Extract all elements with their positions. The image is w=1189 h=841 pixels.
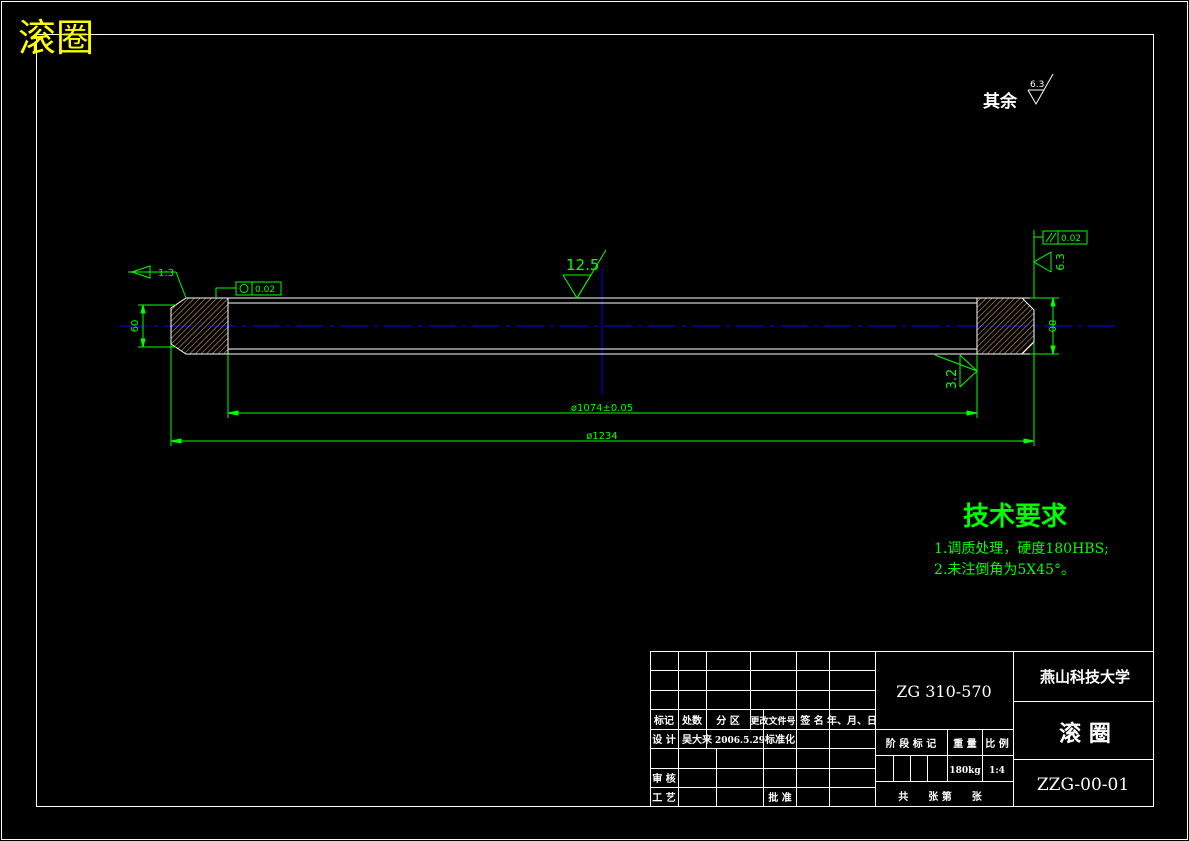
tol-parallel-value: 0.02: [1061, 234, 1081, 244]
designer-name: 吴大来: [682, 733, 713, 746]
material-text: ZG 310-570: [896, 682, 991, 701]
tech-requirement-item: 1.调质处理，硬度180HBS;: [934, 541, 1109, 557]
approve-label: 批 准: [768, 791, 791, 804]
header-date: 年、月、日: [827, 714, 877, 727]
tol-round-value: 0.02: [255, 285, 275, 295]
part-name-text: 滚 圈: [1059, 721, 1111, 747]
roughness-lower: 3.2: [945, 369, 960, 390]
right-section: [976, 297, 1035, 355]
scale-label: 比 例: [985, 737, 1008, 750]
dim-outer-dia: ø1234: [586, 431, 618, 442]
outer-frame: [1, 1, 1188, 840]
sheet-label: 共 张 第 张: [898, 790, 982, 803]
tech-requirements-heading: 技术要求: [963, 502, 1068, 532]
header-count: 处数: [681, 714, 703, 727]
school-text: 燕山科技大学: [1040, 668, 1130, 686]
dim-inner-dia: ø1074±0.05: [571, 403, 633, 414]
header-zone: 分 区: [716, 714, 739, 727]
std-label: 标准化: [764, 733, 795, 746]
stage-label: 阶 段 标 记: [886, 737, 936, 750]
scale-value: 1:4: [989, 766, 1005, 776]
design-date: 2006.5.29: [715, 736, 765, 746]
dim-right-height: 80: [1046, 320, 1057, 333]
review-label: 审 核: [652, 772, 675, 785]
weight-label: 重 量: [953, 737, 976, 750]
roughness-right: 6.3: [1054, 253, 1067, 271]
process-label: 工 艺: [652, 791, 675, 804]
drawing-canvas: ø1074±0.05 ø1234 60 80 1:3 12.5 3.2 6.3 …: [1, 1, 1188, 840]
dim-left-height: 60: [130, 320, 141, 333]
tech-requirement-item: 2.未注倒角为5X45°。: [934, 562, 1076, 578]
left-section: [170, 297, 229, 355]
roughness-default-label: 其余: [983, 92, 1017, 112]
drawing-no-text: ZZG-00-01: [1037, 775, 1129, 795]
header-mark: 标记: [653, 714, 674, 727]
drawing-title: 滚圈: [18, 16, 95, 60]
roughness-default-value: 6.3: [1030, 80, 1044, 90]
dim-slope: 1:3: [158, 268, 174, 279]
weight-value: 180kg: [949, 766, 981, 776]
header-signature: 签 名: [799, 714, 823, 727]
roughness-mid: 12.5: [566, 256, 599, 274]
design-label: 设 计: [652, 733, 675, 746]
header-change-doc: 更改文件号: [750, 715, 795, 727]
